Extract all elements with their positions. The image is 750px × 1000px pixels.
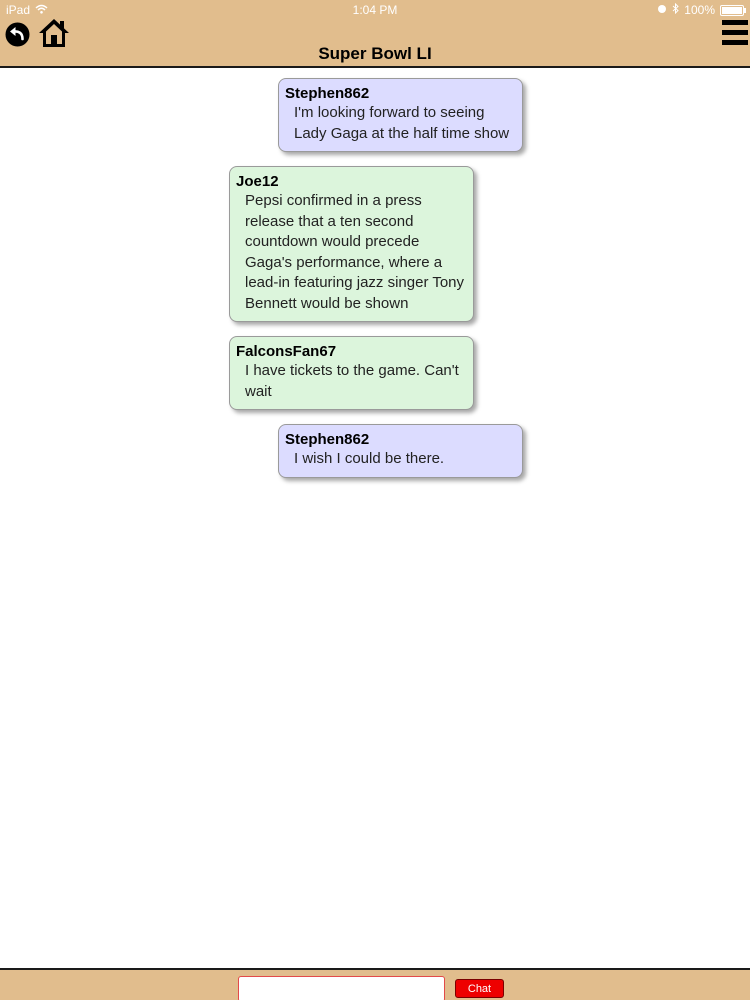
- hamburger-menu-icon[interactable]: [722, 20, 748, 46]
- bluetooth-icon: [672, 2, 680, 17]
- message-username: Stephen862: [285, 431, 370, 448]
- chat-input[interactable]: [238, 976, 445, 1000]
- header-bar: iPad 1:04 PM 100% Super Bowl LI: [0, 0, 750, 68]
- footer-bar: Chat: [0, 968, 750, 1000]
- chat-app: iPad 1:04 PM 100% Super Bowl LI Stephen8…: [0, 0, 750, 1000]
- message-bubble: Joe12 Pepsi confirmed in a press release…: [229, 166, 474, 322]
- message-text: I'm looking forward to seeing Lady Gaga …: [294, 104, 510, 142]
- status-time: 1:04 PM: [352, 3, 398, 17]
- rotation-lock-icon: [657, 3, 667, 17]
- message-list: Stephen862 I'm looking forward to seeing…: [0, 68, 750, 968]
- message-username: Stephen862: [285, 85, 370, 102]
- status-right: 100%: [657, 2, 746, 17]
- battery-percent: 100%: [684, 3, 715, 17]
- message-bubble: Stephen862 I'm looking forward to seeing…: [278, 78, 523, 152]
- status-bar: iPad 1:04 PM 100%: [0, 0, 750, 20]
- chat-button[interactable]: Chat: [455, 979, 504, 998]
- message-text: Pepsi confirmed in a press release that …: [245, 192, 465, 312]
- battery-icon: [720, 4, 746, 16]
- message-username: Joe12: [236, 173, 279, 190]
- message-bubble: Stephen862 I wish I could be there.: [278, 424, 523, 478]
- message-username: FalconsFan67: [236, 343, 337, 360]
- message-bubble: FalconsFan67 I have tickets to the game.…: [229, 336, 474, 410]
- message-text: I wish I could be there.: [294, 450, 445, 467]
- message-text: I have tickets to the game. Can't wait: [245, 362, 459, 400]
- page-title: Super Bowl LI: [318, 44, 432, 63]
